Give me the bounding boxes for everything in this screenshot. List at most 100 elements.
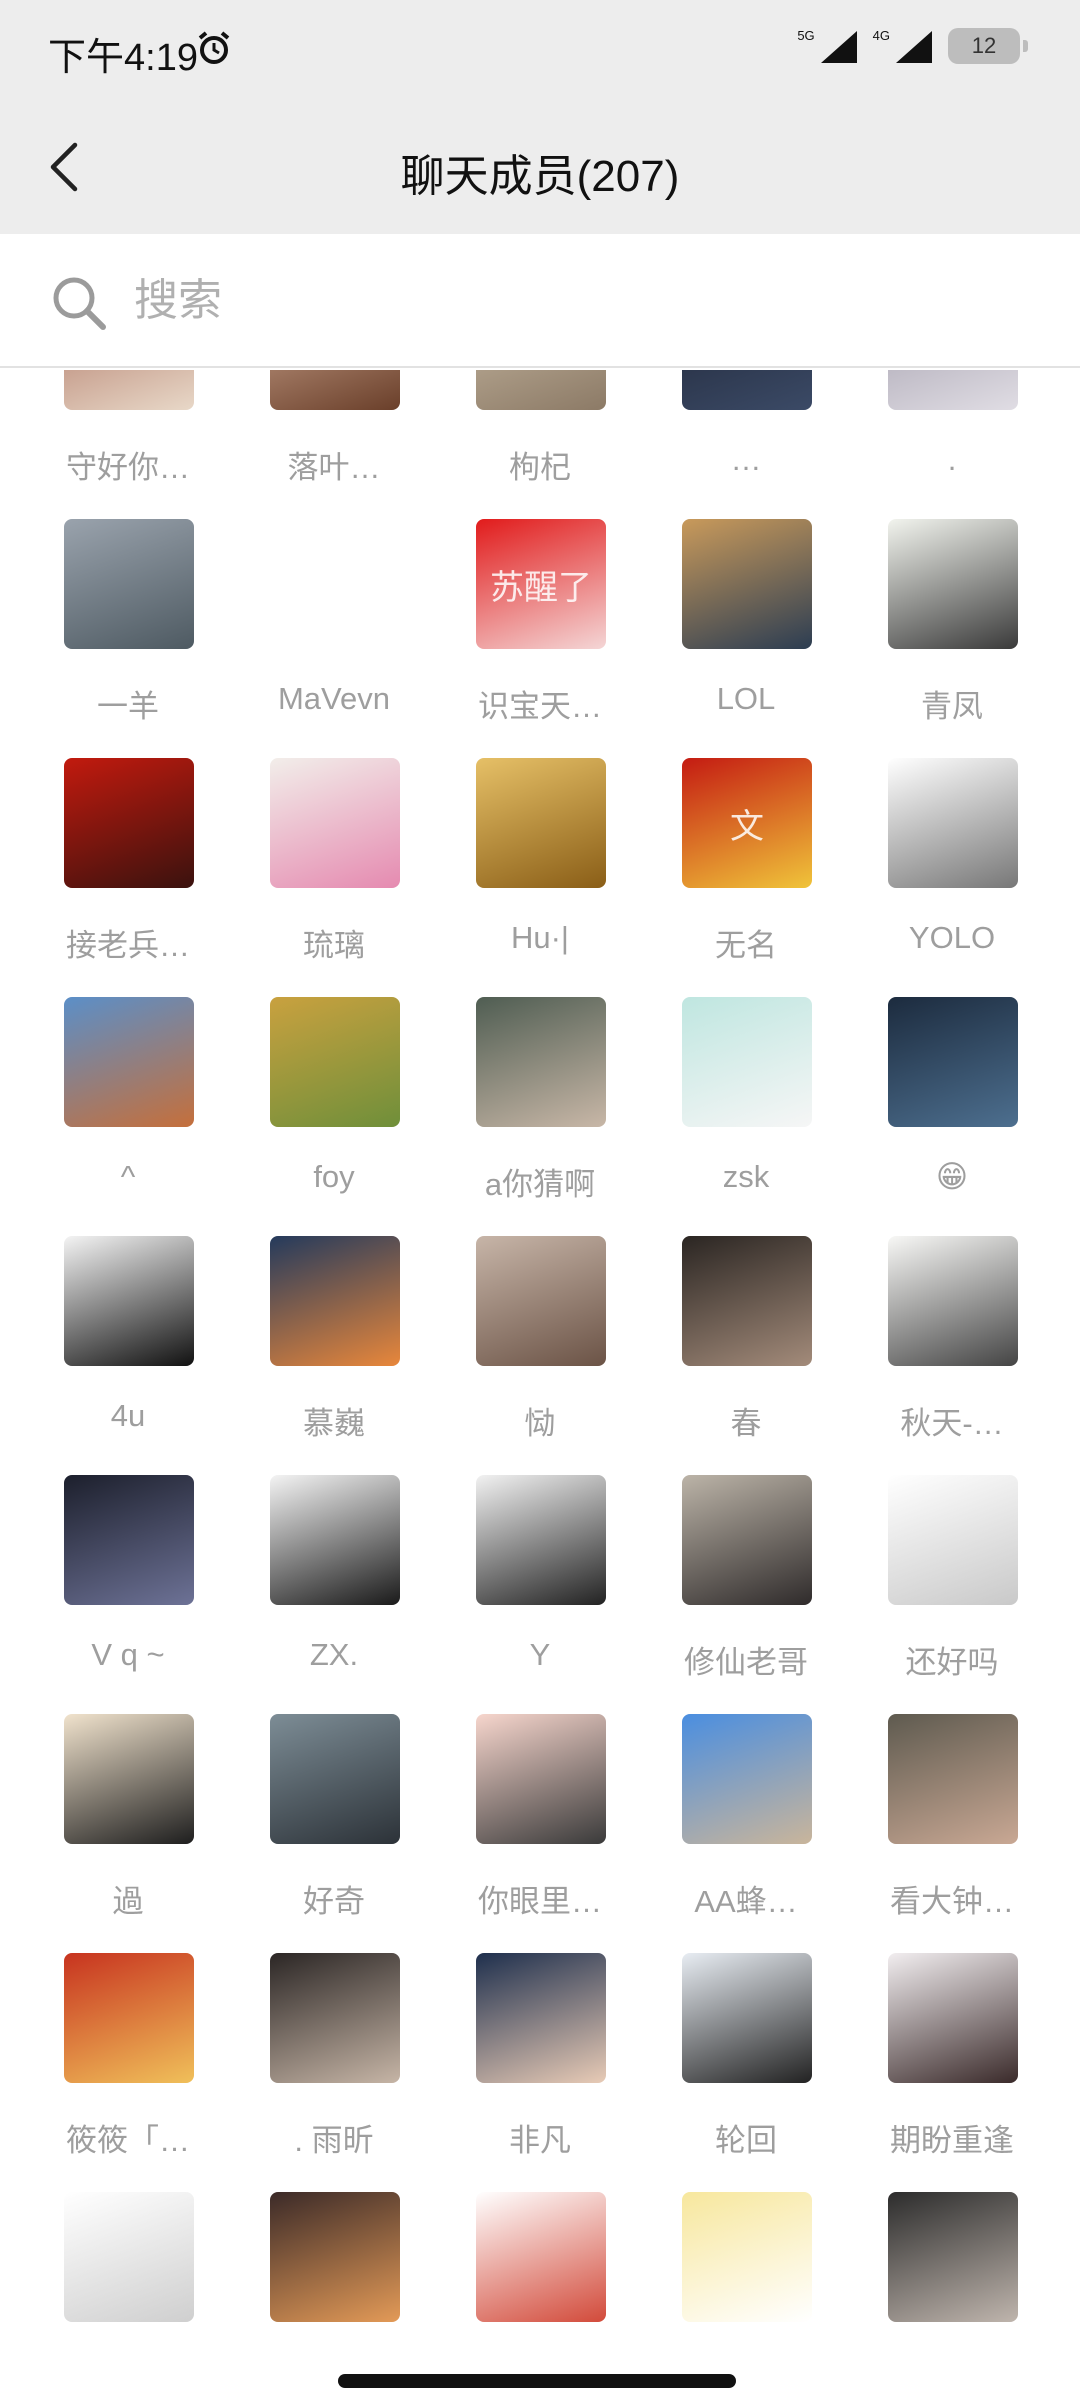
member-name: 轮回 (715, 2123, 777, 2158)
avatar[interactable] (64, 997, 194, 1127)
search-icon (53, 277, 106, 330)
member-name: 恸 (524, 1406, 556, 1441)
avatar[interactable] (888, 370, 1018, 410)
network-4g-label: 4G (872, 28, 890, 43)
avatar[interactable] (476, 1714, 606, 1844)
page-title: 聊天成员(207) (400, 152, 680, 201)
member-name: 春 (730, 1406, 762, 1441)
avatar[interactable] (270, 758, 400, 888)
member-name: 過 (112, 1884, 144, 1919)
avatar[interactable] (270, 1714, 400, 1844)
avatar[interactable] (682, 1953, 812, 2083)
member-name: 你眼里… (478, 1884, 602, 1919)
member-name: 筱筱「… (66, 2123, 190, 2158)
member-name: Hu·| (510, 920, 569, 955)
avatar[interactable] (888, 2192, 1018, 2322)
avatar[interactable] (476, 2192, 606, 2322)
avatar[interactable] (270, 519, 400, 649)
avatar[interactable] (682, 997, 812, 1127)
battery-indicator: 12 (948, 28, 1028, 64)
avatar[interactable] (888, 1953, 1018, 2083)
avatar[interactable] (270, 1475, 400, 1605)
avatar[interactable] (476, 1236, 606, 1366)
avatar[interactable] (888, 1475, 1018, 1605)
avatar[interactable]: 苏醒了 (476, 519, 606, 649)
avatar[interactable] (476, 758, 606, 888)
avatar[interactable] (64, 1475, 194, 1605)
avatar[interactable] (270, 997, 400, 1127)
avatar[interactable] (64, 1953, 194, 2083)
member-name: . 雨昕 (294, 2123, 374, 2158)
avatar[interactable] (270, 370, 400, 410)
avatar[interactable] (888, 519, 1018, 649)
member-name: 识宝天… (478, 689, 602, 724)
member-name: 守好你… (66, 450, 190, 485)
avatar[interactable] (64, 370, 194, 410)
member-name: YOLO (908, 920, 996, 955)
signal-4g-icon (896, 31, 932, 63)
avatar[interactable] (682, 519, 812, 649)
member-name: ^ (120, 1159, 136, 1194)
member-grid: 守好你… 落叶… 枸杞 …. 一羊 MaVevn 苏醒了 识宝天… LOL 青凤 接老兵… 琉璃 Hu·… (0, 370, 1080, 2330)
member-name: 好奇 (303, 1884, 365, 1919)
avatar-glyph: 苏醒了 (490, 568, 592, 607)
member-name: 枸杞 (509, 450, 571, 485)
avatar[interactable] (64, 758, 194, 888)
avatar[interactable] (682, 1236, 812, 1366)
avatar[interactable] (888, 1714, 1018, 1844)
member-name: LOL (716, 681, 776, 716)
avatar[interactable] (682, 2192, 812, 2322)
avatar[interactable] (476, 997, 606, 1127)
avatar[interactable] (64, 1714, 194, 1844)
avatar[interactable] (270, 1953, 400, 2083)
avatar[interactable]: 文 (682, 758, 812, 888)
network-5g-label: 5G (797, 28, 815, 43)
avatar[interactable] (476, 370, 606, 410)
member-name: … (730, 442, 762, 477)
search-input[interactable] (134, 264, 1014, 338)
member-name: 一羊 (97, 689, 159, 724)
avatar[interactable] (270, 1236, 400, 1366)
avatar-glyph: 文 (730, 807, 764, 846)
member-name: 琉璃 (303, 928, 365, 963)
member-name: 看大钟… (890, 1884, 1014, 1919)
member-name: 期盼重逢 (890, 2123, 1014, 2158)
avatar[interactable] (682, 370, 812, 410)
member-name: 修仙老哥 (684, 1645, 808, 1680)
search-bar (0, 234, 1080, 368)
member-name: 慕巍 (303, 1406, 365, 1441)
nav-bar: 聊天成员(207) (0, 100, 1080, 234)
status-bar: 下午4:19 5G 4G 12 (0, 0, 1080, 100)
status-time: 下午4:19 (48, 37, 198, 79)
member-name: 青凤 (921, 689, 983, 724)
signal-group: 5G 4G 12 (797, 28, 1028, 64)
member-name: 接老兵… (66, 928, 190, 963)
member-name: . (947, 442, 957, 477)
home-indicator[interactable] (338, 2374, 736, 2388)
avatar[interactable] (888, 997, 1018, 1127)
avatar[interactable] (682, 1714, 812, 1844)
member-name: 无名 (715, 928, 777, 963)
member-name: 秋天-… (900, 1406, 1004, 1441)
avatar[interactable] (888, 1236, 1018, 1366)
gesture-bar (0, 2352, 1080, 2400)
member-name: 😁 (935, 1159, 969, 1194)
member-name: ZX. (309, 1637, 359, 1672)
member-name: a你猜啊 (484, 1167, 596, 1202)
avatar[interactable] (64, 2192, 194, 2322)
member-name: 非凡 (509, 2123, 571, 2158)
avatar[interactable] (64, 1236, 194, 1366)
member-name: zsk (722, 1159, 770, 1194)
battery-level: 12 (971, 33, 997, 58)
member-name: foy (313, 1159, 355, 1194)
signal-5g-icon (820, 31, 857, 63)
avatar[interactable] (270, 2192, 400, 2322)
avatar[interactable] (476, 1475, 606, 1605)
member-name: 4u (110, 1398, 146, 1433)
avatar[interactable] (64, 519, 194, 649)
member-name: Y (529, 1637, 551, 1672)
avatar[interactable] (888, 758, 1018, 888)
member-name: 还好吗 (905, 1645, 999, 1680)
avatar[interactable] (682, 1475, 812, 1605)
avatar[interactable] (476, 1953, 606, 2083)
